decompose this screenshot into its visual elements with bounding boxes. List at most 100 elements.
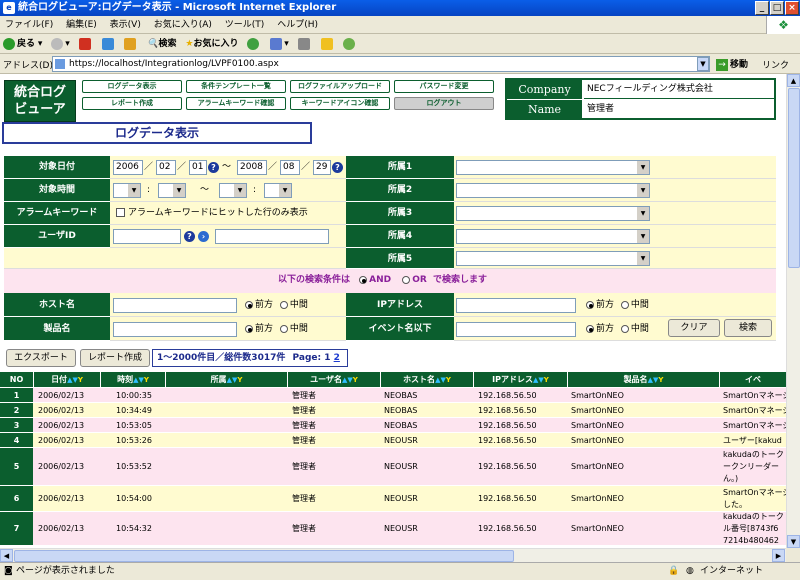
time-to-hour[interactable]: [219, 183, 247, 198]
export-button[interactable]: エクスポート: [6, 349, 76, 367]
forward-button[interactable]: ▾: [51, 34, 70, 54]
menu-edit[interactable]: 編集(E): [61, 16, 102, 34]
messenger-button[interactable]: [343, 34, 357, 54]
scroll-right-button[interactable]: ▶: [772, 549, 785, 562]
dept3-select[interactable]: [456, 206, 650, 221]
close-button[interactable]: ×: [785, 1, 799, 15]
minimize-button[interactable]: _: [755, 1, 769, 15]
search-button[interactable]: 検索: [724, 319, 772, 337]
event-input[interactable]: [456, 322, 576, 337]
nav-report[interactable]: レポート作成: [82, 97, 182, 110]
edit-button[interactable]: [320, 34, 335, 54]
menu-file[interactable]: ファイル(F): [0, 16, 58, 34]
nav-password[interactable]: パスワード変更: [394, 80, 494, 93]
alarm-only-checkbox[interactable]: アラームキーワードにヒットした行のみ表示: [116, 206, 308, 221]
radio-dot[interactable]: [586, 324, 594, 333]
home-button[interactable]: [124, 34, 138, 54]
mail-button[interactable]: ▾: [270, 34, 289, 54]
ip-middle-radio[interactable]: 中間: [620, 300, 649, 310]
dept1-select[interactable]: [456, 160, 650, 175]
radio-dot[interactable]: [245, 324, 253, 333]
col-user[interactable]: ユーザ名▲▼Y: [288, 372, 381, 387]
nav-log-data[interactable]: ログデータ表示: [82, 80, 182, 93]
radio-dot[interactable]: [620, 300, 629, 309]
col-ip[interactable]: IPアドレス▲▼Y: [474, 372, 568, 387]
checkbox-box[interactable]: [116, 208, 125, 217]
filter-icon[interactable]: Y: [353, 376, 358, 384]
col-date[interactable]: 日付▲▼Y: [34, 372, 101, 387]
dept2-select[interactable]: [456, 183, 650, 198]
refresh-button[interactable]: [101, 34, 116, 54]
report-button[interactable]: レポート作成: [80, 349, 150, 367]
scroll-thumb[interactable]: [14, 550, 514, 562]
event-middle-radio[interactable]: 中間: [620, 324, 649, 334]
menu-tools[interactable]: ツール(T): [220, 16, 270, 34]
nav-alarm-keyword[interactable]: アラームキーワード確認: [186, 97, 286, 110]
scroll-down-button[interactable]: ▼: [787, 535, 800, 548]
date-from-year[interactable]: 2006: [113, 160, 143, 175]
horizontal-scrollbar[interactable]: ◀ ▶: [0, 548, 786, 562]
col-host[interactable]: ホスト名▲▼Y: [381, 372, 474, 387]
nav-upload[interactable]: ログファイルアップロード: [290, 80, 390, 93]
product-input[interactable]: [113, 322, 237, 337]
go-button[interactable]: → 移動: [716, 57, 748, 71]
radio-dot[interactable]: [359, 275, 368, 284]
dept5-select[interactable]: [456, 251, 650, 266]
date-to-year[interactable]: 2008: [237, 160, 267, 175]
filter-icon[interactable]: Y: [144, 376, 149, 384]
filter-icon[interactable]: Y: [78, 376, 83, 384]
radio-dot[interactable]: [586, 300, 594, 309]
menu-view[interactable]: 表示(V): [105, 16, 146, 34]
host-input[interactable]: [113, 298, 237, 313]
print-button[interactable]: [297, 34, 312, 54]
col-dept[interactable]: 所属▲▼Y: [166, 372, 288, 387]
user-lookup-arrow-icon[interactable]: ›: [198, 231, 209, 242]
date-to-month[interactable]: 08: [280, 160, 300, 175]
vertical-scrollbar[interactable]: ▲ ▼: [786, 74, 800, 548]
nav-keyword-icon[interactable]: キーワードアイコン確認: [290, 97, 390, 110]
menu-help[interactable]: ヘルプ(H): [272, 16, 323, 34]
address-dropdown[interactable]: ▼: [697, 57, 709, 71]
col-event[interactable]: イベ: [720, 372, 786, 387]
stop-button[interactable]: [78, 34, 93, 54]
host-front-radio[interactable]: 前方: [245, 300, 273, 310]
address-input[interactable]: https://localhost/Integrationlog/LVPF010…: [52, 56, 710, 72]
product-middle-radio[interactable]: 中間: [279, 324, 308, 334]
scroll-thumb[interactable]: [788, 88, 800, 268]
back-button[interactable]: 戻る ▾: [3, 34, 42, 54]
date-help-icon[interactable]: ?: [208, 162, 219, 173]
host-middle-radio[interactable]: 中間: [279, 300, 308, 310]
user-id-input[interactable]: [113, 229, 181, 244]
time-to-minute[interactable]: [264, 183, 292, 198]
radio-dot[interactable]: [402, 275, 411, 284]
page-2-link[interactable]: 2: [334, 353, 340, 363]
or-radio[interactable]: OR: [402, 275, 427, 285]
filter-icon[interactable]: Y: [544, 376, 549, 384]
scroll-left-button[interactable]: ◀: [0, 549, 13, 562]
user-name-input[interactable]: [215, 229, 329, 244]
search-button[interactable]: 🔍検索: [147, 34, 176, 54]
radio-dot[interactable]: [279, 300, 288, 309]
filter-icon[interactable]: Y: [658, 376, 663, 384]
history-button[interactable]: [247, 34, 261, 54]
ip-input[interactable]: [456, 298, 576, 313]
date-help-icon[interactable]: ?: [332, 162, 343, 173]
nav-templates[interactable]: 条件テンプレート一覧: [186, 80, 286, 93]
event-front-radio[interactable]: 前方: [586, 324, 614, 334]
links-button[interactable]: リンク: [762, 58, 789, 71]
radio-dot[interactable]: [279, 324, 288, 333]
ip-front-radio[interactable]: 前方: [586, 300, 614, 310]
time-from-minute[interactable]: [158, 183, 186, 198]
clear-button[interactable]: クリア: [668, 319, 720, 337]
time-from-hour[interactable]: [113, 183, 141, 198]
and-radio[interactable]: AND: [359, 275, 391, 285]
nav-logout[interactable]: ログアウト: [394, 97, 494, 110]
dept4-select[interactable]: [456, 229, 650, 244]
filter-icon[interactable]: Y: [237, 376, 242, 384]
favorites-button[interactable]: ★お気に入り: [185, 34, 238, 54]
maximize-button[interactable]: □: [770, 1, 784, 15]
user-help-icon[interactable]: ?: [184, 231, 195, 242]
date-from-day[interactable]: 01: [189, 160, 207, 175]
radio-dot[interactable]: [245, 300, 253, 309]
date-from-month[interactable]: 02: [156, 160, 176, 175]
